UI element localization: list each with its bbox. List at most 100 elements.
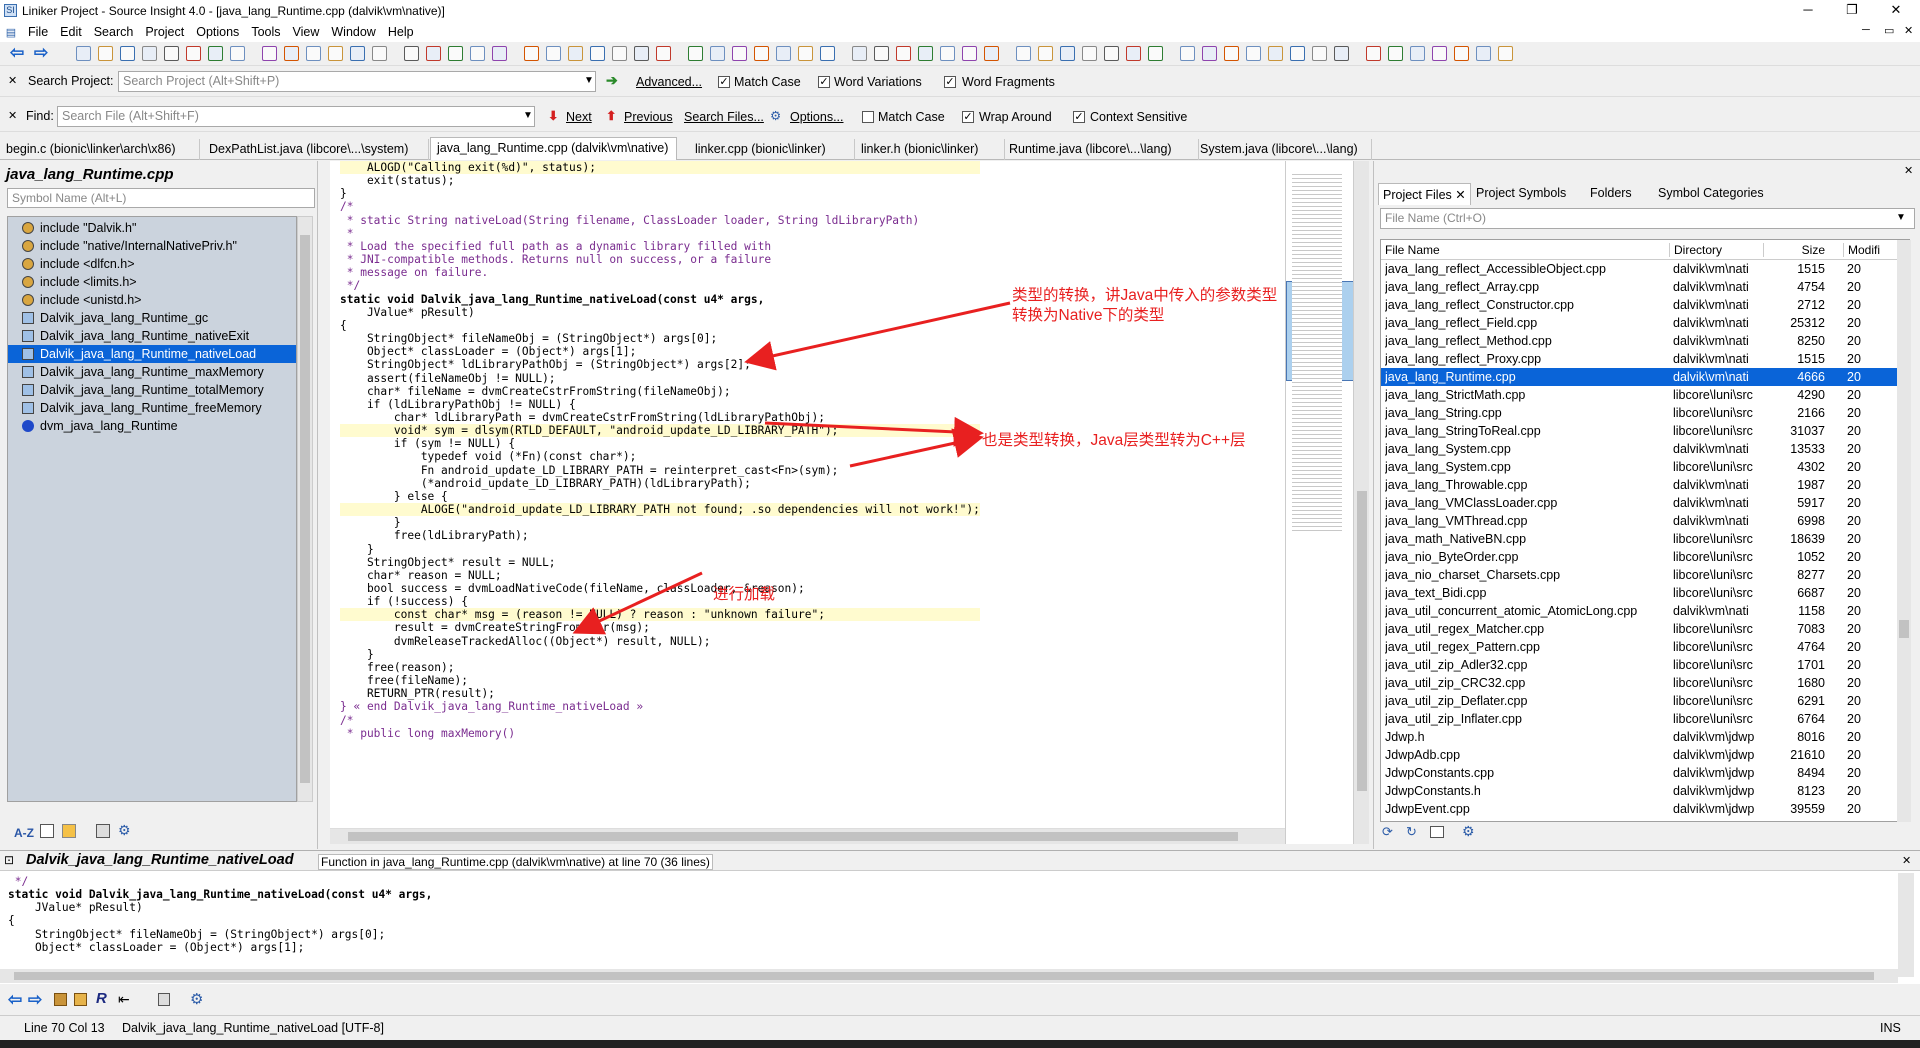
toolbar-button-icon[interactable] xyxy=(1082,46,1097,61)
toolbar-button-icon[interactable] xyxy=(1148,46,1163,61)
file-row[interactable]: JdwpConstants.h dalvik\vm\jdwp 8123 20 xyxy=(1381,782,1909,800)
toolbar-button-icon[interactable] xyxy=(1246,46,1261,61)
toolbar-button-icon[interactable] xyxy=(820,46,835,61)
menu-options[interactable]: Options xyxy=(190,25,245,39)
previous-button[interactable]: Previous xyxy=(624,110,673,124)
file-row[interactable]: java_lang_VMThread.cpp dalvik\vm\nati 6998… xyxy=(1381,512,1909,530)
file-row[interactable]: java_lang_reflect_Field.cpp dalvik\vm\nat… xyxy=(1381,314,1909,332)
toolbar-button-icon[interactable] xyxy=(306,46,321,61)
column-directory[interactable]: Directory xyxy=(1669,243,1722,257)
tab-folders[interactable]: Folders xyxy=(1586,183,1636,205)
toolbar-button-icon[interactable] xyxy=(1476,46,1491,61)
file-row[interactable]: Jdwp.h dalvik\vm\jdwp 8016 20 xyxy=(1381,728,1909,746)
toolbar-button-icon[interactable] xyxy=(688,46,703,61)
tab-linker-h[interactable]: linker.h (bionic\linker) xyxy=(855,139,1005,160)
tab-java-lang-runtime[interactable]: java_lang_Runtime.cpp (dalvik\vm\native) xyxy=(430,137,677,160)
toolbar-button-icon[interactable] xyxy=(350,46,365,61)
toolbar-button-icon[interactable] xyxy=(1312,46,1327,61)
toolbar-button-icon[interactable] xyxy=(1290,46,1305,61)
toolbar-button-icon[interactable] xyxy=(984,46,999,61)
file-row[interactable]: java_lang_VMClassLoader.cpp dalvik\vm\nat… xyxy=(1381,494,1909,512)
symbol-item[interactable]: include <dlfcn.h> xyxy=(8,255,296,273)
symbol-list-scrollbar[interactable] xyxy=(297,216,313,802)
symbol-item[interactable]: Dalvik_java_lang_Runtime_gc xyxy=(8,309,296,327)
close-search-project-icon[interactable]: ✕ xyxy=(8,74,17,87)
context-code[interactable]: */static void Dalvik_java_lang_Runtime_n… xyxy=(8,875,432,954)
toolbar-button-icon[interactable] xyxy=(918,46,933,61)
file-row[interactable]: JdwpEvent.cpp dalvik\vm\jdwp 39559 20 xyxy=(1381,800,1909,818)
tab-symbol-categories[interactable]: Symbol Categories xyxy=(1654,183,1768,205)
advanced-button[interactable]: Advanced... xyxy=(636,75,702,89)
category-icon[interactable] xyxy=(62,824,76,838)
toolbar-button-icon[interactable] xyxy=(590,46,605,61)
toolbar-button-icon[interactable] xyxy=(1432,46,1447,61)
project-refresh-icon[interactable]: ⟳ xyxy=(1382,824,1393,840)
match-case-checkbox[interactable]: ✓ xyxy=(718,76,730,88)
overview-map[interactable] xyxy=(1285,161,1354,844)
menu-file[interactable]: File xyxy=(22,25,54,39)
toolbar-button-icon[interactable] xyxy=(656,46,671,61)
column-file-name[interactable]: File Name xyxy=(1385,243,1440,257)
file-row[interactable]: java_lang_reflect_Constructor.cpp dalvik\… xyxy=(1381,296,1909,314)
editor-hscroll[interactable] xyxy=(330,828,1285,844)
toolbar-button-icon[interactable] xyxy=(1498,46,1513,61)
file-row[interactable]: java_util_zip_CRC32.cpp libcore\luni\src 1… xyxy=(1381,674,1909,692)
context-vscroll[interactable] xyxy=(1898,873,1914,977)
arrow-down-icon[interactable]: ⬇ xyxy=(548,108,558,123)
sort-az-icon[interactable]: A-Z xyxy=(14,826,34,840)
project-sync-icon[interactable]: ↻ xyxy=(1406,824,1417,840)
print-icon[interactable] xyxy=(158,993,170,1006)
toolbar-button-icon[interactable] xyxy=(426,46,441,61)
maximize-button[interactable]: ❐ xyxy=(1830,0,1874,22)
toolbar-button-icon[interactable] xyxy=(1268,46,1283,61)
file-row[interactable]: java_util_zip_Adler32.cpp libcore\luni\sr… xyxy=(1381,656,1909,674)
gear-icon[interactable]: ⚙ xyxy=(770,108,781,123)
word-fragments-checkbox[interactable]: ✓ xyxy=(944,76,956,88)
toolbar-button-icon[interactable] xyxy=(262,46,277,61)
word-variations-checkbox[interactable]: ✓ xyxy=(818,76,830,88)
file-row[interactable]: java_lang_Throwable.cpp dalvik\vm\nati 198… xyxy=(1381,476,1909,494)
file-row[interactable]: java_util_zip_Inflater.cpp libcore\luni\s… xyxy=(1381,710,1909,728)
code-editor[interactable]: ALOGD("Calling exit(%d)", status); exit(… xyxy=(330,161,1285,844)
references-icon[interactable]: R xyxy=(96,990,107,1007)
toolbar-button-icon[interactable] xyxy=(546,46,561,61)
toolbar-button-icon[interactable] xyxy=(1410,46,1425,61)
toolbar-button-icon[interactable] xyxy=(1180,46,1195,61)
chevron-down-icon[interactable]: ▼ xyxy=(1896,212,1906,223)
toolbar-button-icon[interactable] xyxy=(1104,46,1119,61)
file-row[interactable]: java_util_regex_Pattern.cpp libcore\luni\… xyxy=(1381,638,1909,656)
toolbar-button-icon[interactable] xyxy=(328,46,343,61)
tab-runtime-java[interactable]: Runtime.java (libcore\...\lang) xyxy=(1003,139,1199,160)
symbol-item[interactable]: dvm_java_lang_Runtime xyxy=(8,417,296,435)
jump-icon[interactable]: ⇤ xyxy=(118,991,130,1008)
gear-icon[interactable]: ⚙ xyxy=(1462,823,1475,840)
symbol-item[interactable]: Dalvik_java_lang_Runtime_maxMemory xyxy=(8,363,296,381)
toolbar-button-icon[interactable] xyxy=(1126,46,1141,61)
toolbar-button-icon[interactable] xyxy=(852,46,867,61)
toolbar-button-icon[interactable] xyxy=(524,46,539,61)
toolbar-button-icon[interactable] xyxy=(492,46,507,61)
symbol-item[interactable]: include "native/InternalNativePriv.h" xyxy=(8,237,296,255)
mdi-minimize-button[interactable]: ─ xyxy=(1862,24,1870,36)
lock-icon[interactable] xyxy=(54,993,67,1006)
menu-view[interactable]: View xyxy=(287,25,326,39)
file-row[interactable]: JdwpConstants.cpp dalvik\vm\jdwp 8494 20 xyxy=(1381,764,1909,782)
find-input[interactable]: Search File (Alt+Shift+F) xyxy=(57,106,535,127)
file-row[interactable]: java_lang_System.cpp dalvik\vm\nati 13533 2… xyxy=(1381,440,1909,458)
toolbar-button-icon[interactable] xyxy=(1202,46,1217,61)
symbol-name-input[interactable]: Symbol Name (Alt+L) xyxy=(7,188,315,208)
file-row[interactable]: java_util_regex_Matcher.cpp libcore\luni\… xyxy=(1381,620,1909,638)
book-icon[interactable] xyxy=(74,993,87,1006)
search-project-input[interactable]: Search Project (Alt+Shift+P) xyxy=(118,71,596,92)
file-row[interactable]: java_lang_reflect_AccessibleObject.cpp da… xyxy=(1381,260,1909,278)
tab-begin-c[interactable]: begin.c (bionic\linker\arch\x86) xyxy=(0,139,200,160)
minimize-button[interactable]: ─ xyxy=(1786,0,1830,22)
toolbar-button-icon[interactable] xyxy=(98,46,113,61)
wrap-around-checkbox[interactable]: ✓ xyxy=(962,111,974,123)
toolbar-button-icon[interactable] xyxy=(732,46,747,61)
toolbar-button-icon[interactable] xyxy=(186,46,201,61)
file-row[interactable]: java_lang_StringToReal.cpp libcore\luni\s… xyxy=(1381,422,1909,440)
toolbar-button-icon[interactable] xyxy=(1388,46,1403,61)
toolbar-button-icon[interactable] xyxy=(962,46,977,61)
close-find-icon[interactable]: ✕ xyxy=(8,109,17,122)
